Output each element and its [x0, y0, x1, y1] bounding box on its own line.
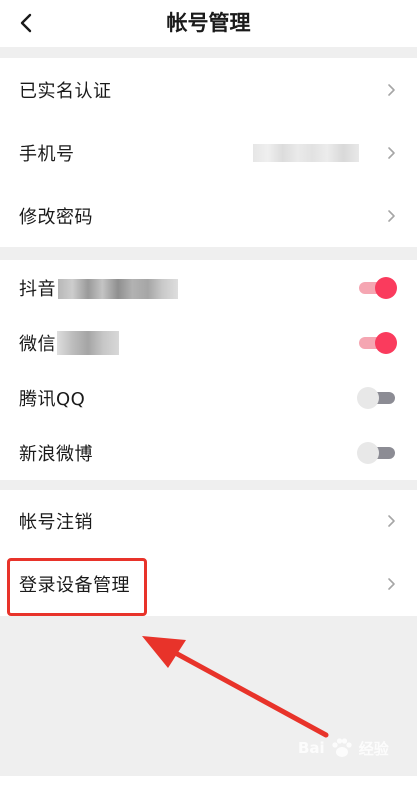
row-phone[interactable]: 手机号 [0, 121, 417, 184]
chevron-right-icon [388, 578, 395, 590]
redacted-account-name [57, 331, 119, 355]
row-label: 新浪微博 [19, 443, 93, 465]
row-label: 微信 [19, 334, 56, 355]
redacted-phone-number [253, 144, 359, 162]
bindings-section: 抖音 微信 腾讯QQ 新浪微博 [0, 260, 417, 480]
row-change-password[interactable]: 修改密码 [0, 184, 417, 247]
row-douyin: 抖音 [0, 260, 417, 315]
chevron-right-icon [388, 515, 395, 527]
douyin-toggle[interactable] [359, 276, 397, 299]
wechat-toggle[interactable] [359, 332, 397, 354]
chevron-right-icon [388, 209, 395, 222]
watermark: Bai 经验 [298, 732, 408, 764]
row-wechat: 微信 [0, 315, 417, 371]
page-title: 帐号管理 [166, 11, 251, 35]
row-label: 手机号 [19, 143, 75, 165]
row-label: 抖音 [19, 278, 56, 300]
paw-icon [332, 738, 352, 757]
chevron-right-icon [388, 83, 395, 96]
row-weibo: 新浪微博 [0, 425, 417, 480]
weibo-toggle[interactable] [357, 441, 395, 464]
row-label: 腾讯QQ [19, 389, 86, 410]
row-label: 帐号注销 [19, 512, 93, 533]
watermark-suffix: 经验 [358, 739, 389, 758]
row-qq: 腾讯QQ [0, 371, 417, 425]
chevron-right-icon [388, 146, 395, 159]
row-deactivate-account[interactable]: 帐号注销 [0, 490, 417, 552]
highlight-box [7, 558, 147, 616]
row-label: 修改密码 [19, 206, 93, 228]
row-real-name[interactable]: 已实名认证 [0, 58, 417, 121]
qq-toggle[interactable] [357, 387, 395, 409]
watermark-brand: Bai [298, 739, 325, 757]
row-label: 已实名认证 [19, 80, 112, 102]
nav-bar: 帐号管理 [0, 0, 417, 47]
redacted-account-name [58, 279, 178, 299]
bottom-strip [0, 776, 417, 788]
account-section: 已实名认证 手机号 修改密码 [0, 58, 417, 247]
